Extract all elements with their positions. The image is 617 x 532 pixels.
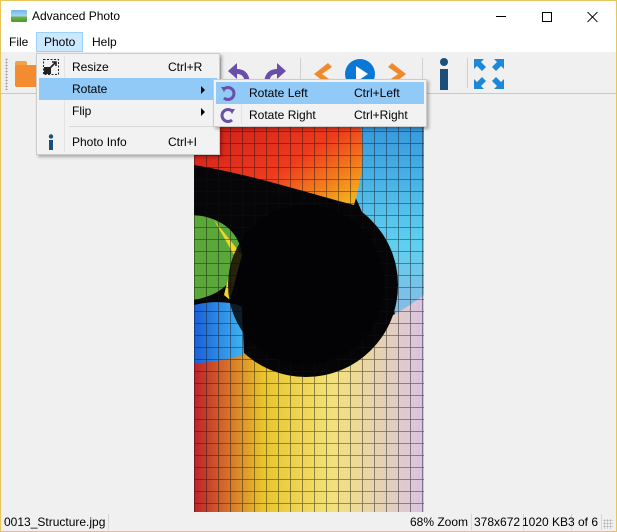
minimize-button[interactable] bbox=[478, 1, 524, 32]
rotate-submenu: Rotate Left Ctrl+Left Rotate Right Ctrl+… bbox=[213, 79, 427, 127]
close-button[interactable] bbox=[570, 1, 616, 32]
rotate-right-icon bbox=[219, 106, 237, 124]
info-icon bbox=[42, 133, 60, 151]
menu-item-photo-info[interactable]: Photo Info Ctrl+I bbox=[39, 131, 217, 153]
rotate-left-icon bbox=[219, 84, 237, 102]
menu-item-label: Photo Info bbox=[72, 135, 127, 149]
close-icon bbox=[587, 11, 599, 23]
menu-bar: File Photo Help bbox=[1, 32, 616, 52]
menu-item-rotate[interactable]: Rotate bbox=[39, 78, 217, 100]
menu-item-shortcut: Ctrl+Left bbox=[354, 86, 400, 100]
menu-item-flip[interactable]: Flip bbox=[39, 100, 217, 122]
status-dimensions: 378x672 bbox=[471, 514, 525, 530]
menu-item-rotate-right[interactable]: Rotate Right Ctrl+Right bbox=[216, 104, 424, 126]
status-bar: 0013_Structure.jpg 68% Zoom 378x672 1020… bbox=[1, 512, 616, 531]
stained-glass-photo bbox=[194, 95, 424, 512]
menu-item-label: Rotate Right bbox=[249, 108, 316, 122]
menu-item-label: Flip bbox=[72, 104, 92, 118]
toolbar-separator bbox=[467, 58, 468, 88]
menu-item-label: Rotate bbox=[72, 82, 108, 96]
toolbar-grip[interactable] bbox=[5, 58, 8, 90]
menu-photo[interactable]: Photo bbox=[36, 32, 84, 52]
menu-item-label: Rotate Left bbox=[249, 86, 308, 100]
submenu-arrow-icon bbox=[201, 86, 205, 94]
image-viewport[interactable] bbox=[1, 95, 616, 512]
menu-item-rotate-left[interactable]: Rotate Left Ctrl+Left bbox=[216, 82, 424, 104]
menu-help[interactable]: Help bbox=[85, 32, 124, 52]
resize-icon bbox=[42, 58, 60, 76]
status-filename: 0013_Structure.jpg bbox=[1, 514, 110, 530]
menu-item-resize[interactable]: Resize Ctrl+R bbox=[39, 56, 217, 78]
menu-separator bbox=[69, 126, 215, 127]
app-window: Advanced Photo File Photo Help 0013_Stru… bbox=[0, 0, 617, 532]
submenu-arrow-icon bbox=[201, 108, 205, 116]
menu-item-shortcut: Ctrl+I bbox=[168, 135, 198, 149]
title-bar[interactable]: Advanced Photo bbox=[1, 1, 616, 32]
info-icon bbox=[440, 58, 448, 90]
fullscreen-button[interactable] bbox=[471, 56, 507, 92]
maximize-button[interactable] bbox=[524, 1, 570, 32]
resize-grip[interactable] bbox=[603, 519, 613, 529]
photo-info-button[interactable] bbox=[426, 56, 462, 92]
minimize-icon bbox=[496, 16, 506, 17]
maximize-icon bbox=[542, 11, 552, 22]
photo-image bbox=[194, 95, 424, 512]
fullscreen-icon bbox=[474, 59, 504, 89]
app-photo-icon bbox=[11, 10, 27, 22]
menu-item-label: Resize bbox=[72, 60, 109, 74]
menu-item-shortcut: Ctrl+Right bbox=[354, 108, 408, 122]
status-zoom: 68% Zoom bbox=[407, 514, 473, 530]
window-title: Advanced Photo bbox=[32, 9, 121, 23]
status-position: 3 of 6 bbox=[565, 514, 603, 530]
menu-item-shortcut: Ctrl+R bbox=[168, 60, 203, 74]
photo-menu-dropdown: Resize Ctrl+R Rotate Flip Photo Info Ctr… bbox=[36, 53, 220, 155]
menu-file[interactable]: File bbox=[2, 32, 35, 52]
